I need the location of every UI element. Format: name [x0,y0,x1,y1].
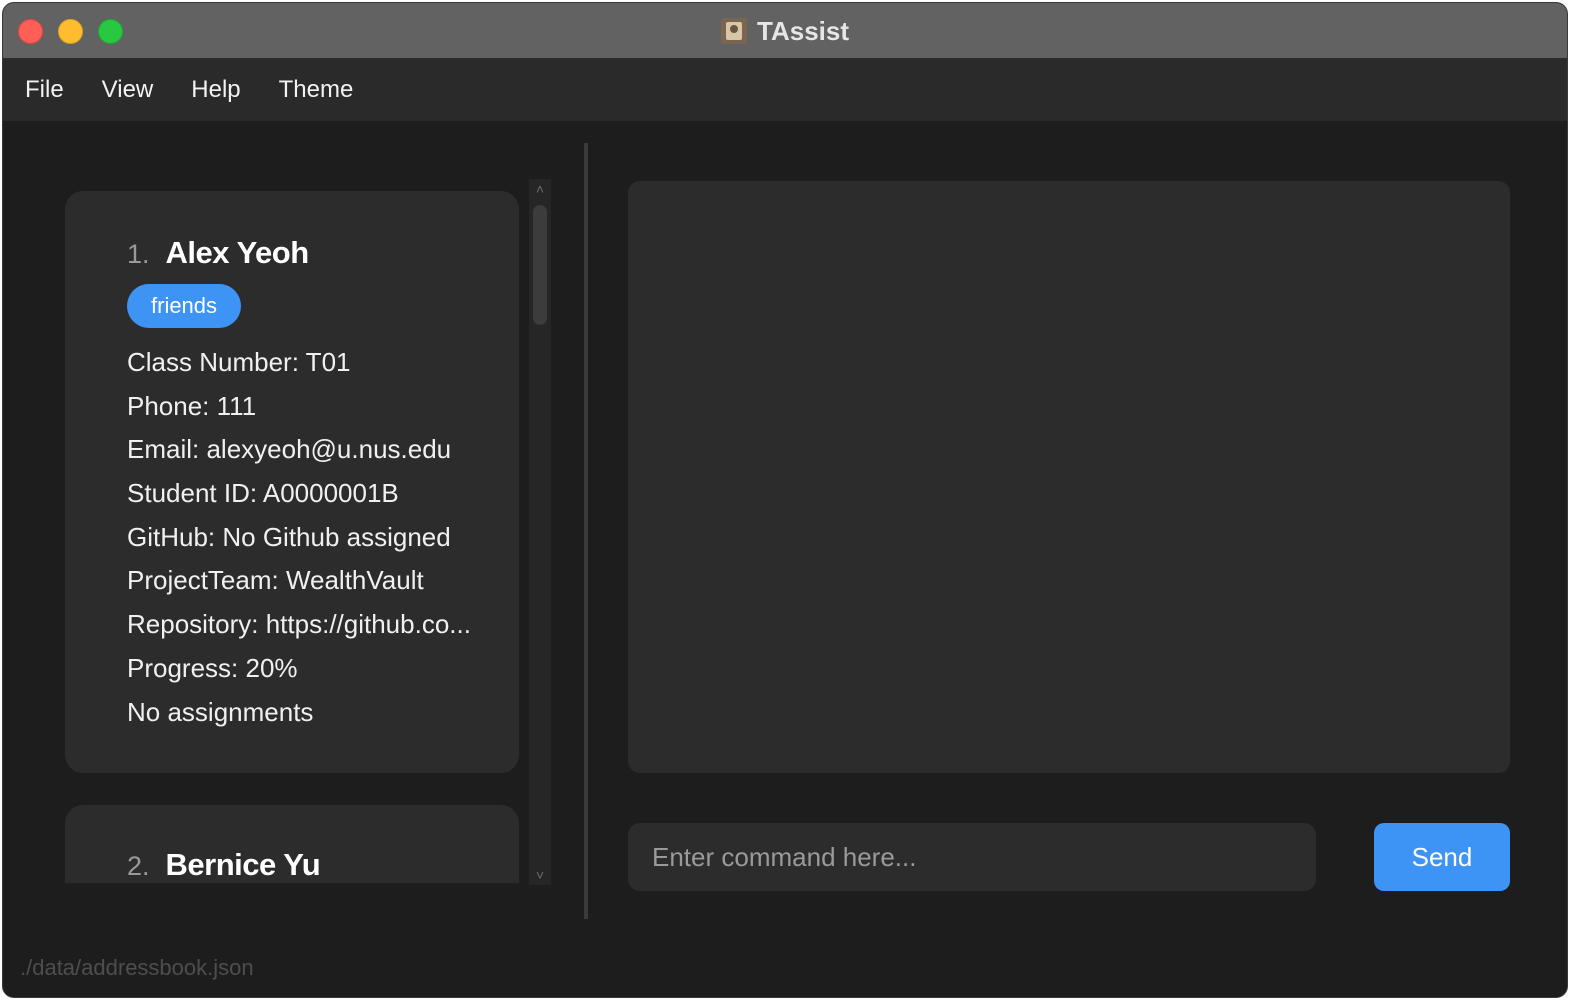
scroll-down-icon[interactable]: ˅ [529,867,551,883]
send-button[interactable]: Send [1374,823,1510,891]
person-list[interactable]: 1. Alex Yeoh friends Class Number: T01 P… [65,191,521,883]
github: GitHub: No Github assigned [127,521,451,552]
progress: Progress: 20% [127,652,298,683]
app-window: TAssist File View Help Theme 1. Alex Yeo… [2,2,1568,998]
phone: Phone: 111 [127,390,257,421]
menu-theme[interactable]: Theme [279,76,354,104]
title-bar: TAssist [3,3,1567,59]
project-team: ProjectTeam: WealthVault [127,565,424,596]
menu-bar: File View Help Theme [3,59,1567,121]
person-name: Alex Yeoh [165,235,310,270]
student-id: Student ID: A0000001B [127,478,399,509]
email: Email: alexyeoh@u.nus.edu [127,434,452,465]
person-list-scrollbar[interactable]: ˄ ˅ [529,179,551,885]
menu-file[interactable]: File [25,76,64,104]
person-card[interactable]: 1. Alex Yeoh friends Class Number: T01 P… [65,191,519,773]
window-title-group: TAssist [3,3,1567,59]
window-title: TAssist [757,15,849,46]
class-number: Class Number: T01 [127,347,351,377]
app-icon [721,18,747,44]
person-header: 2. Bernice Yu [127,847,321,883]
scroll-up-icon[interactable]: ˄ [529,181,551,197]
person-card[interactable]: 2. Bernice Yu [65,805,519,883]
person-index: 1. [127,239,150,269]
repository: Repository: https://github.co... [127,609,471,640]
menu-view[interactable]: View [102,76,154,104]
status-bar-path: ./data/addressbook.json [20,955,254,980]
person-details: Class Number: T01 Phone: 111 Email: alex… [127,342,471,735]
person-index: 2. [127,851,150,881]
assignments: No assignments [127,696,314,727]
person-header: 1. Alex Yeoh [127,235,309,271]
scroll-thumb[interactable] [533,205,547,325]
person-name: Bernice Yu [165,847,321,882]
split-pane-divider[interactable] [584,143,588,919]
command-input[interactable] [628,823,1316,891]
menu-help[interactable]: Help [191,76,240,104]
tag-badge: friends [127,284,242,328]
result-display[interactable] [628,181,1510,773]
